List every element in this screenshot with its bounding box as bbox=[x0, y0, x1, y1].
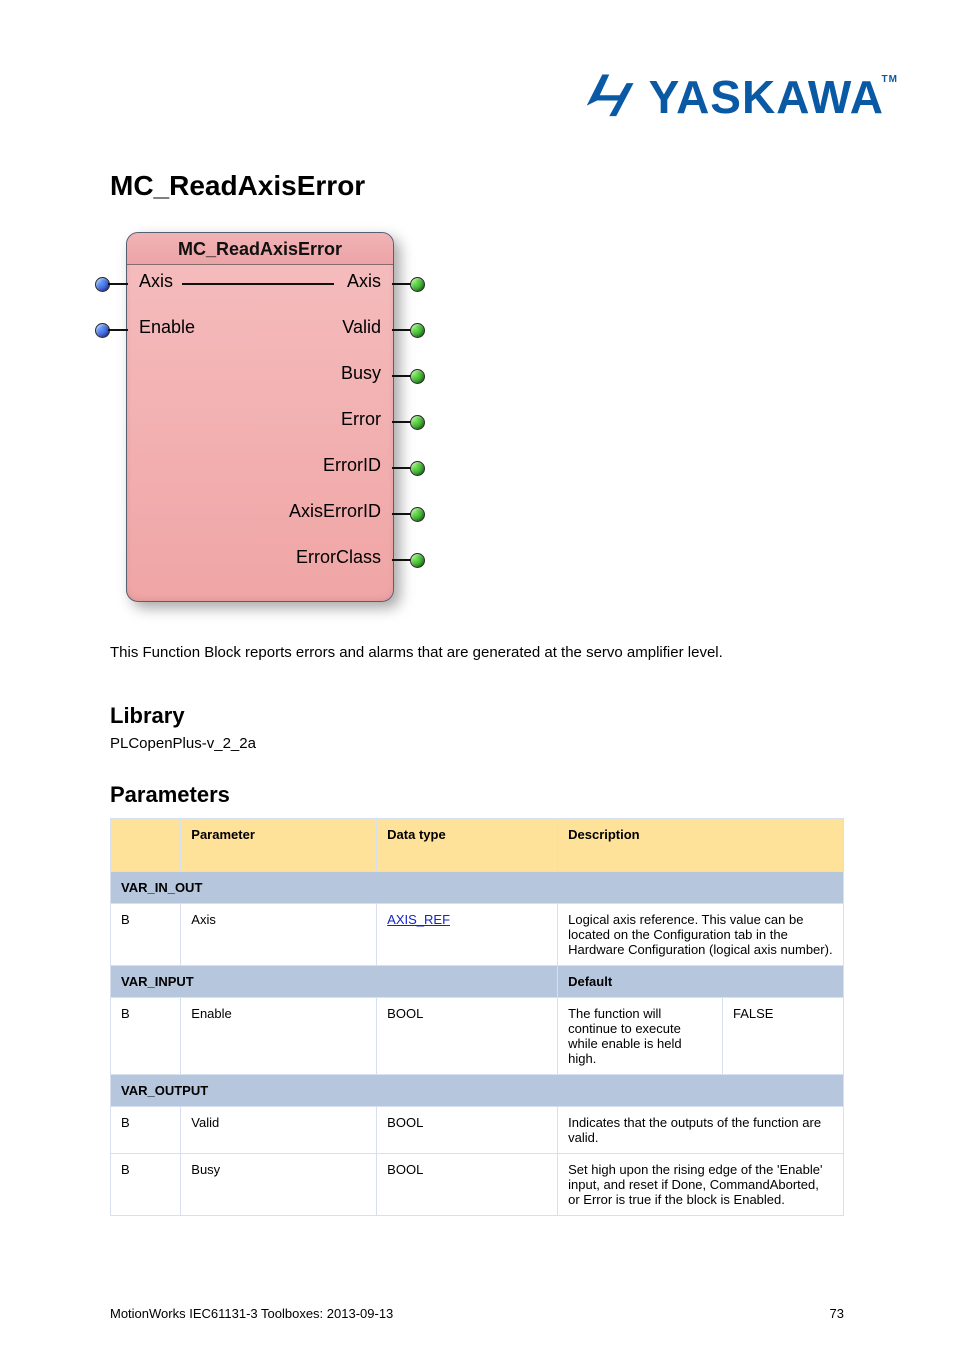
yaskawa-logo: YASKAWA TM bbox=[585, 70, 884, 124]
cell-param: Enable bbox=[181, 998, 377, 1075]
pin-label-errorid: ErrorID bbox=[323, 455, 381, 476]
pin-stub bbox=[392, 283, 412, 285]
axis-ref-link[interactable]: AXIS_REF bbox=[387, 912, 450, 927]
logo-word: YASKAWA bbox=[649, 71, 884, 123]
table-row: B Valid BOOL Indicates that the outputs … bbox=[111, 1107, 844, 1154]
table-row: B Busy BOOL Set high upon the rising edg… bbox=[111, 1154, 844, 1216]
cell-dtype: BOOL bbox=[377, 1107, 558, 1154]
col-parameter: Parameter bbox=[181, 819, 377, 872]
cell-desc: Indicates that the outputs of the functi… bbox=[558, 1107, 844, 1154]
trademark-symbol: TM bbox=[882, 74, 898, 85]
cell-desc: The function will continue to execute wh… bbox=[558, 998, 723, 1074]
pin-dot-output bbox=[410, 461, 425, 476]
footer-left: MotionWorks IEC61131-3 Toolboxes: 2013-0… bbox=[110, 1306, 393, 1321]
table-row: B Enable BOOL The function will continue… bbox=[111, 998, 844, 1075]
col-datatype: Data type bbox=[377, 819, 558, 872]
table-header-row: Parameter Data type Description bbox=[111, 819, 844, 872]
pin-dot-output bbox=[410, 323, 425, 338]
cell-param: Axis bbox=[181, 904, 377, 966]
pin-label-axis-in: Axis bbox=[139, 271, 173, 292]
cell-b: B bbox=[111, 998, 181, 1075]
pin-label-busy: Busy bbox=[341, 363, 381, 384]
pin-dot-output bbox=[410, 369, 425, 384]
parameters-table: Parameter Data type Description VAR_IN_O… bbox=[110, 818, 844, 1216]
pin-label-errorclass: ErrorClass bbox=[296, 547, 381, 568]
parameters-heading: Parameters bbox=[110, 782, 844, 808]
pin-dot-output bbox=[410, 415, 425, 430]
cell-dtype: BOOL bbox=[377, 1154, 558, 1216]
pin-stub bbox=[392, 467, 412, 469]
cell-b: B bbox=[111, 904, 181, 966]
pin-label-valid: Valid bbox=[342, 317, 381, 338]
page-title: MC_ReadAxisError bbox=[70, 170, 884, 202]
col-description: Description bbox=[558, 819, 844, 872]
footer-right: 73 bbox=[830, 1306, 844, 1321]
group-label: VAR_IN_OUT bbox=[111, 872, 844, 904]
inout-link-line bbox=[182, 283, 334, 285]
pin-stub bbox=[108, 283, 128, 285]
table-row: B Axis AXIS_REF Logical axis reference. … bbox=[111, 904, 844, 966]
function-block-diagram: MC_ReadAxisError Axis Enable Axis Val bbox=[126, 232, 394, 602]
pin-stub bbox=[392, 329, 412, 331]
pin-label-axiserrorid: AxisErrorID bbox=[289, 501, 381, 522]
cell-desc: Set high upon the rising edge of the 'En… bbox=[558, 1154, 844, 1216]
pin-stub bbox=[392, 421, 412, 423]
cell-param: Valid bbox=[181, 1107, 377, 1154]
yaskawa-logo-text: YASKAWA TM bbox=[649, 70, 884, 124]
group-var-input: VAR_INPUT Default bbox=[111, 966, 844, 998]
cell-param: Busy bbox=[181, 1154, 377, 1216]
cell-default: FALSE bbox=[723, 998, 843, 1074]
pin-stub bbox=[392, 375, 412, 377]
pin-dot-output bbox=[410, 277, 425, 292]
cell-b: B bbox=[111, 1154, 181, 1216]
cell-dtype: AXIS_REF bbox=[377, 904, 558, 966]
cell-desc: Logical axis reference. This value can b… bbox=[558, 904, 844, 966]
pin-stub bbox=[392, 559, 412, 561]
library-body: PLCopenPlus-v_2_2a bbox=[110, 735, 844, 752]
pin-label-axis-out: Axis bbox=[347, 271, 381, 292]
group-label: VAR_OUTPUT bbox=[111, 1075, 844, 1107]
pin-dot-output bbox=[410, 553, 425, 568]
yaskawa-brush-icon bbox=[585, 71, 637, 123]
cell-b: B bbox=[111, 1107, 181, 1154]
pin-label-enable: Enable bbox=[139, 317, 195, 338]
group-label: VAR_INPUT bbox=[111, 966, 558, 998]
pin-stub bbox=[108, 329, 128, 331]
page-footer: MotionWorks IEC61131-3 Toolboxes: 2013-0… bbox=[110, 1306, 844, 1321]
cell-desc-wrap: The function will continue to execute wh… bbox=[558, 998, 844, 1075]
fb-title: MC_ReadAxisError bbox=[127, 233, 393, 265]
description-text: This Function Block reports errors and a… bbox=[110, 642, 844, 663]
group-var-output: VAR_OUTPUT bbox=[111, 1075, 844, 1107]
group-var-in-out: VAR_IN_OUT bbox=[111, 872, 844, 904]
pin-dot-output bbox=[410, 507, 425, 522]
pin-label-error: Error bbox=[341, 409, 381, 430]
pin-stub bbox=[392, 513, 412, 515]
group-default: Default bbox=[558, 966, 844, 998]
library-heading: Library bbox=[110, 703, 884, 729]
cell-dtype: BOOL bbox=[377, 998, 558, 1075]
